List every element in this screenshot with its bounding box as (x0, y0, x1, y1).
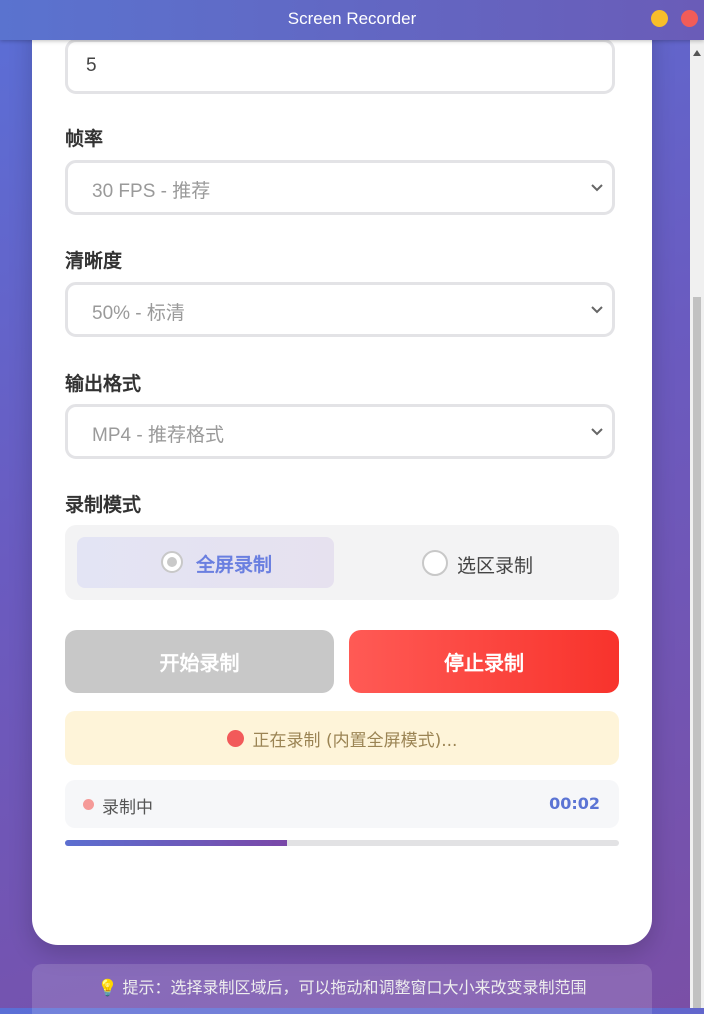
scrollbar-thumb[interactable] (693, 297, 701, 1008)
recording-timer: 00:02 (549, 794, 600, 813)
scroll-up-arrow-icon[interactable] (693, 50, 701, 56)
chevron-down-icon (591, 306, 603, 314)
format-value: MP4 - 推荐格式 (92, 425, 224, 446)
radio-selected[interactable] (161, 551, 183, 573)
mode-option-label: 全屏录制 (196, 554, 273, 576)
quality-label: 清晰度 (65, 250, 123, 272)
status-message: 正在录制 (内置全屏模式)... (252, 730, 458, 751)
mode-selector: 全屏录制 选区录制 (65, 525, 619, 600)
stop-recording-button[interactable]: 停止录制 (349, 630, 619, 693)
quality-value: 50% - 标清 (92, 303, 185, 324)
recording-indicator-dot-icon (83, 799, 94, 810)
hint-bar: 💡 提示：选择录制区域后，可以拖动和调整窗口大小来改变录制范围 (32, 964, 652, 1014)
hint-text: 提示：选择录制区域后，可以拖动和调整窗口大小来改变录制范围 (122, 978, 587, 997)
recording-indicator: 录制中 00:02 (65, 780, 619, 828)
title-bar: Screen Recorder (0, 0, 704, 40)
start-recording-button[interactable]: 开始录制 (65, 630, 334, 693)
chevron-down-icon (591, 184, 603, 192)
countdown-input[interactable]: 5 (65, 39, 615, 94)
recording-dot-icon (226, 729, 244, 747)
chevron-down-icon (591, 428, 603, 436)
mode-option-label: 选区录制 (457, 555, 534, 577)
minimize-button[interactable] (651, 10, 668, 27)
scrollbar[interactable] (690, 40, 704, 1008)
framerate-value: 30 FPS - 推荐 (92, 181, 211, 202)
close-button[interactable] (681, 10, 698, 27)
status-banner: 正在录制 (内置全屏模式)... (65, 711, 619, 765)
recording-label: 录制中 (102, 798, 153, 818)
mode-option-region[interactable]: 选区录制 (422, 537, 582, 588)
framerate-select[interactable]: 30 FPS - 推荐 (65, 160, 615, 215)
window-title: Screen Recorder (287, 9, 417, 28)
format-select[interactable]: MP4 - 推荐格式 (65, 404, 615, 459)
lightbulb-icon: 💡 (97, 978, 118, 997)
quality-select[interactable]: 50% - 标清 (65, 282, 615, 337)
countdown-value: 5 (86, 55, 97, 76)
format-label: 输出格式 (65, 373, 142, 395)
recording-progress-bar (65, 840, 619, 846)
recording-progress-fill (65, 840, 287, 846)
radio-unselected[interactable] (422, 550, 448, 576)
mode-option-fullscreen[interactable]: 全屏录制 (77, 537, 334, 588)
mode-label: 录制模式 (65, 494, 142, 516)
framerate-label: 帧率 (65, 128, 104, 150)
